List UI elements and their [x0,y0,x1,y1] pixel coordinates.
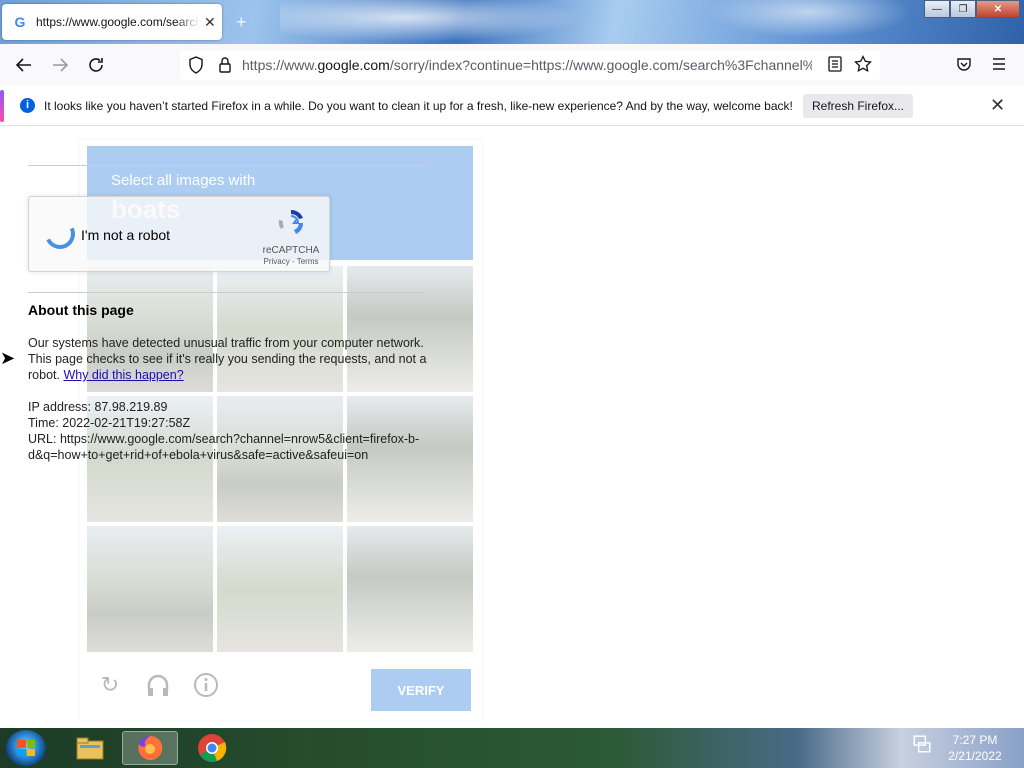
forward-button[interactable] [46,51,74,79]
notification-bar: i It looks like you haven’t started Fire… [0,86,1024,126]
forward-arrow-icon [53,58,69,72]
recaptcha-brand: reCAPTCHA [262,245,320,256]
recaptcha-privacy-terms[interactable]: Privacy - Terms [255,257,327,266]
captcha-reload-icon[interactable]: ↻ [97,672,123,698]
why-did-this-happen-link[interactable]: Why did this happen? [63,368,183,382]
captcha-footer: ↻ VERIFY [87,662,473,714]
navigation-toolbar: https://www.google.com/sorry/index?conti… [0,44,1024,86]
recaptcha-label: I'm not a robot [81,227,171,243]
tab-bar: G https://www.google.com/search?channel=… [0,0,1024,44]
taskbar-firefox[interactable] [122,731,178,765]
captcha-tile[interactable] [347,526,473,652]
start-button[interactable] [6,730,46,766]
system-clock[interactable]: 7:27 PM 2/21/2022 [940,732,1010,764]
windows-taskbar: 7:27 PM 2/21/2022 [0,728,1024,768]
window-controls: — ❐ ✕ [924,0,1020,18]
recaptcha-widget[interactable]: I'm not a robot reCAPTCHA Privacy - Term… [28,196,330,272]
notification-close-icon[interactable]: ✕ [990,95,1005,116]
taskbar-file-explorer[interactable] [62,731,118,765]
firefox-icon [138,735,163,760]
captcha-tile[interactable] [87,526,213,652]
recaptcha-logo-icon [278,210,304,234]
request-url: URL: https://www.google.com/search?chann… [28,432,420,462]
mouse-cursor-icon: ➤ [0,348,16,368]
google-favicon-icon: G [14,14,26,30]
info-help-icon[interactable] [193,672,219,698]
refresh-firefox-button[interactable]: Refresh Firefox... [803,94,913,118]
url-text[interactable]: https://www.google.com/sorry/index?conti… [242,57,812,73]
url-bar[interactable]: https://www.google.com/sorry/index?conti… [180,50,880,80]
back-button[interactable] [10,51,38,79]
ip-address: IP address: 87.98.219.89 [28,400,168,414]
about-page-heading: About this page [28,302,134,318]
reload-button[interactable] [82,51,110,79]
folder-icon [76,737,104,760]
windows-logo-icon [17,740,35,756]
pocket-icon[interactable] [956,56,972,72]
divider [28,292,426,293]
notification-message: It looks like you haven’t started Firefo… [44,99,793,113]
lock-icon[interactable] [218,56,232,74]
info-icon: i [20,98,35,113]
tab-close-icon[interactable]: ✕ [204,14,216,31]
clock-time: 7:27 PM [952,733,998,747]
timestamp: Time: 2022-02-21T19:27:58Z [28,416,191,430]
divider [28,165,426,166]
taskbar-chrome[interactable] [184,731,240,765]
tab-title: https://www.google.com/search?channel=nr… [36,15,200,29]
verify-button[interactable]: VERIFY [371,669,471,711]
reader-view-icon[interactable] [828,56,842,72]
chrome-icon [198,734,227,762]
reload-icon [89,58,103,72]
bookmark-star-icon[interactable] [854,55,872,73]
notification-accent-stripe [0,90,4,122]
clock-date: 2/21/2022 [948,749,1002,763]
captcha-tile[interactable] [217,526,343,652]
loading-spinner-icon [40,214,80,254]
browser-tab[interactable]: G https://www.google.com/search?channel=… [2,4,222,40]
window-close-button[interactable]: ✕ [976,0,1020,18]
new-tab-button[interactable]: + [236,12,247,33]
hamburger-menu-icon[interactable] [992,57,1006,71]
unusual-traffic-message: Our systems have detected unusual traffi… [28,336,427,382]
captcha-instruction: Select all images with [111,172,256,189]
network-icon[interactable] [912,734,932,754]
shield-icon[interactable] [188,56,204,74]
audio-challenge-icon[interactable] [145,672,171,698]
restore-button[interactable]: ❐ [950,0,976,18]
back-arrow-icon [15,58,31,72]
minimize-button[interactable]: — [924,0,950,18]
